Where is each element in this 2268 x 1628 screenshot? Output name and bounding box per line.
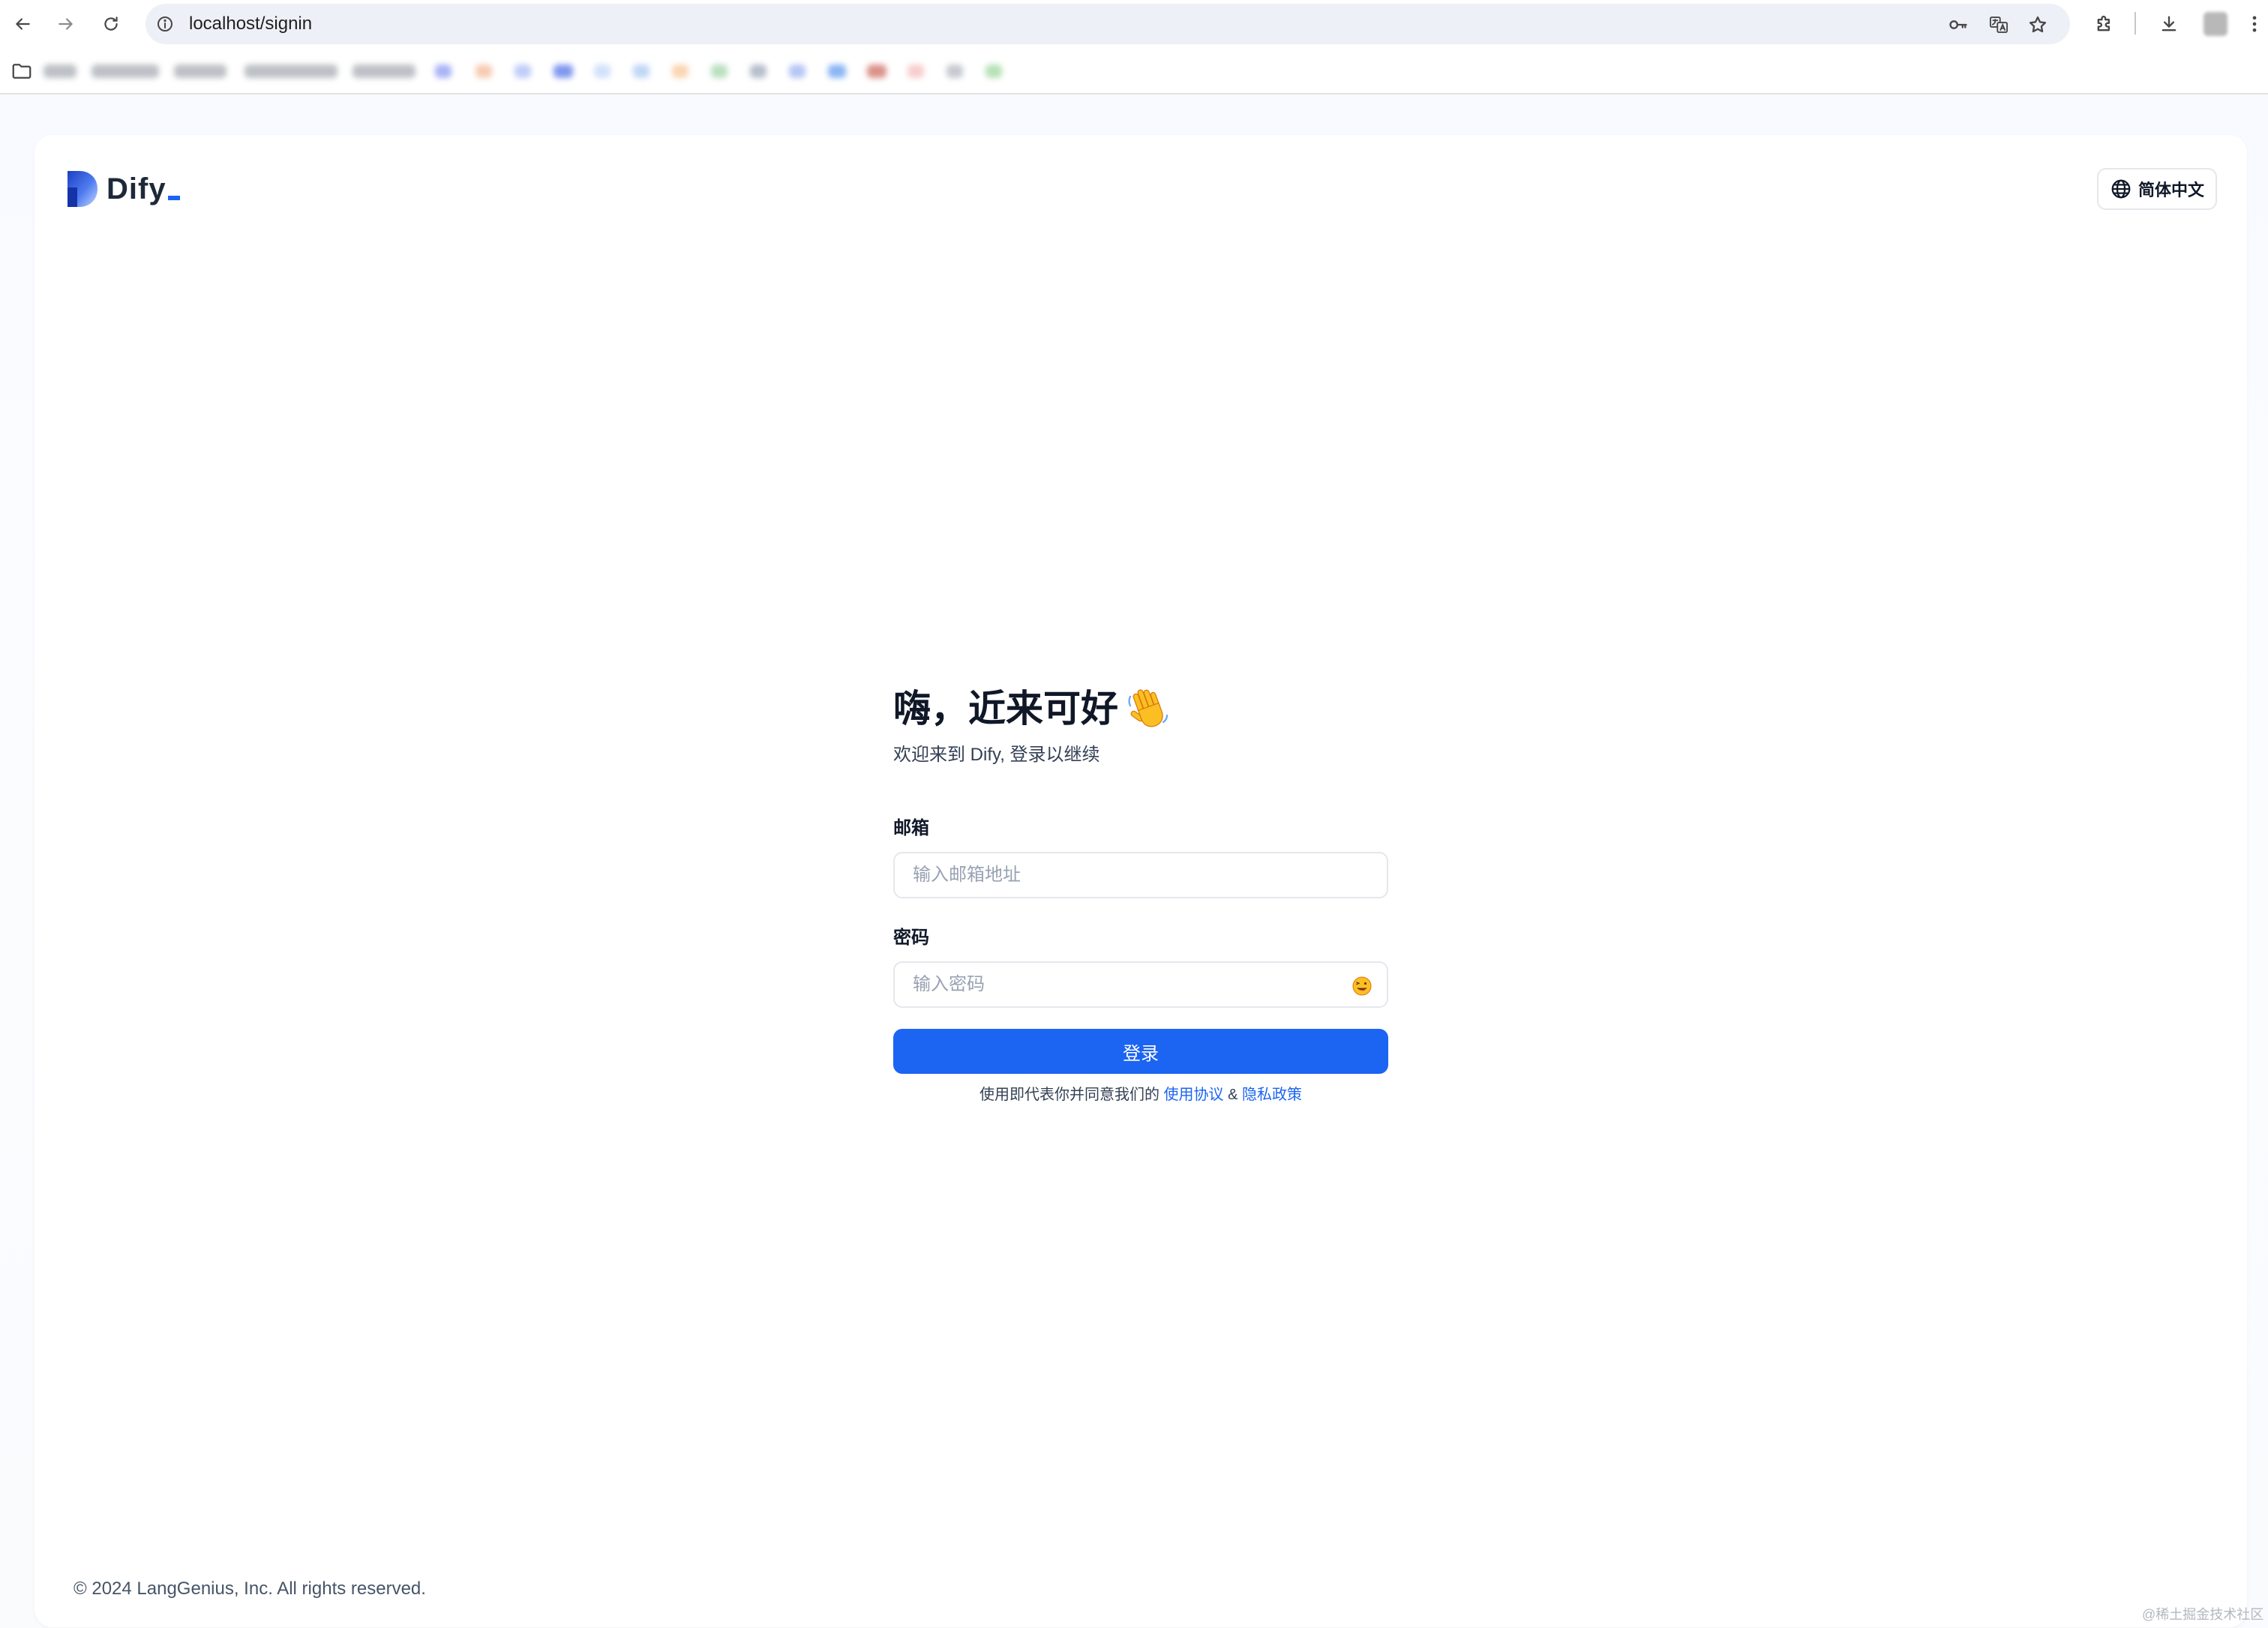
- terms-joiner: &: [1228, 1087, 1238, 1103]
- waving-hand-icon: [1128, 689, 1168, 727]
- bookmark-item[interactable]: [244, 64, 338, 78]
- download-icon[interactable]: [2156, 10, 2182, 37]
- kebab-menu-icon[interactable]: [2244, 10, 2265, 37]
- password-label: 密码: [893, 928, 929, 948]
- bookmark-item[interactable]: [711, 64, 728, 78]
- dify-logo-icon: [68, 171, 98, 207]
- language-label: 简体中文: [2138, 181, 2204, 199]
- key-icon[interactable]: [1947, 13, 1970, 36]
- info-icon[interactable]: [156, 15, 174, 33]
- email-label: 邮箱: [893, 818, 929, 838]
- bookmark-item[interactable]: [92, 64, 159, 78]
- password-visibility-toggle-icon[interactable]: [1351, 975, 1373, 997]
- puzzle-icon[interactable]: [2091, 10, 2118, 37]
- folder-icon[interactable]: [10, 60, 33, 82]
- bookmark-item[interactable]: [476, 64, 492, 78]
- bookmark-item[interactable]: [594, 64, 610, 78]
- bookmark-item[interactable]: [554, 64, 573, 78]
- translate-icon[interactable]: [1988, 13, 2010, 36]
- privacy-policy-link[interactable]: 隐私政策: [1242, 1087, 1302, 1103]
- page-subtitle: 欢迎来到 Dify, 登录以继续: [893, 745, 1100, 765]
- bookmark-item[interactable]: [867, 64, 886, 78]
- bookmark-item[interactable]: [174, 64, 226, 78]
- password-field[interactable]: [895, 963, 1387, 1006]
- bookmark-item[interactable]: [789, 64, 806, 78]
- bookmark-item[interactable]: [908, 64, 924, 78]
- email-field[interactable]: [895, 853, 1387, 897]
- signin-form: 嗨，近来可好 欢迎来到 Dify, 登录以继续 邮箱 密码: [893, 684, 1388, 1105]
- browser-toolbar: localhost/signin: [0, 0, 2268, 48]
- bookmark-item[interactable]: [828, 64, 846, 78]
- password-field-wrapper: [893, 961, 1388, 1008]
- dify-logo[interactable]: Dify: [66, 169, 180, 208]
- title-text: 嗨，近来可好: [893, 688, 1118, 730]
- bookmark-item[interactable]: [633, 64, 650, 78]
- language-selector[interactable]: 简体中文: [2097, 168, 2217, 210]
- terms-of-use-link[interactable]: 使用协议: [1164, 1087, 1224, 1103]
- bookmark-item[interactable]: [435, 64, 452, 78]
- toolbar-divider: [2134, 12, 2136, 34]
- bookmarks-bar: [0, 48, 2268, 94]
- bookmark-item[interactable]: [672, 64, 688, 78]
- reload-icon[interactable]: [98, 10, 124, 37]
- forward-arrow-icon[interactable]: [52, 10, 80, 37]
- globe-icon: [2111, 179, 2131, 199]
- back-arrow-icon[interactable]: [9, 10, 36, 37]
- profile-avatar[interactable]: [2204, 12, 2228, 36]
- logo-cursor: [167, 196, 180, 200]
- bookmark-item[interactable]: [750, 64, 766, 78]
- url-text[interactable]: localhost/signin: [189, 15, 312, 33]
- bookmark-item[interactable]: [352, 64, 416, 78]
- watermark-text: @稀土掘金技术社区: [2142, 1607, 2264, 1622]
- bookmark-item[interactable]: [986, 64, 1002, 78]
- terms-notice: 使用即代表你并同意我们的 使用协议 & 隐私政策: [893, 1084, 1388, 1105]
- terms-prefix: 使用即代表你并同意我们的: [979, 1087, 1160, 1103]
- page-title: 嗨，近来可好: [893, 684, 1388, 733]
- footer-copyright: © 2024 LangGenius, Inc. All rights reser…: [74, 1579, 426, 1599]
- logo-text: Dify: [106, 172, 166, 205]
- star-icon[interactable]: [2026, 13, 2049, 36]
- login-button[interactable]: 登录: [893, 1029, 1388, 1074]
- bookmark-item[interactable]: [44, 64, 76, 78]
- bookmark-item[interactable]: [514, 64, 531, 78]
- address-bar[interactable]: localhost/signin: [146, 4, 2070, 44]
- email-field-wrapper: [893, 852, 1388, 898]
- bookmark-item[interactable]: [946, 64, 963, 78]
